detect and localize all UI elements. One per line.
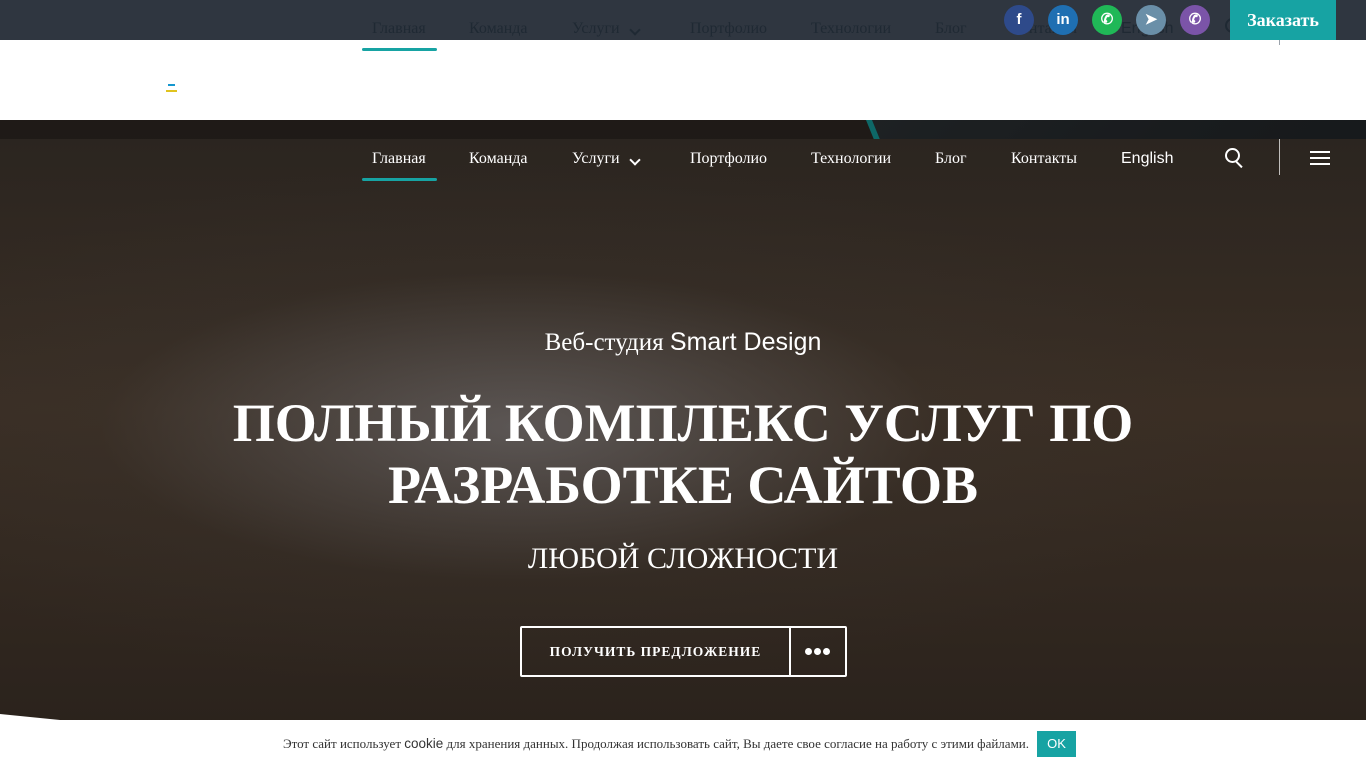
nav-item-home[interactable]: Главная: [362, 9, 437, 51]
nav-item-portfolio[interactable]: Портфолио: [690, 9, 767, 49]
nav-item-services[interactable]: Услуги: [572, 9, 620, 49]
chevron-down-icon[interactable]: [629, 154, 641, 166]
nav-divider: [1279, 139, 1280, 175]
hero-pretitle-brand: Smart Design: [669, 328, 822, 356]
nav-item-blog[interactable]: Блог: [935, 9, 967, 49]
hero-title: ПОЛНЫЙ КОМПЛЕКС УСЛУГ ПО РАЗРАБОТКЕ САЙТ…: [232, 393, 1134, 515]
hero-section: Главная Команда Услуги Портфолио Техноло…: [0, 120, 1366, 720]
search-icon[interactable]: [1225, 148, 1245, 169]
get-offer-button[interactable]: ПОЛУЧИТЬ ПРЕДЛОЖЕНИЕ: [522, 628, 789, 675]
cookie-banner: Этот сайт использует cookie для хранения…: [0, 720, 1366, 768]
hero-pretitle-prefix: Веб-студия: [544, 329, 664, 356]
cta-group: ПОЛУЧИТЬ ПРЕДЛОЖЕНИЕ: [520, 626, 847, 677]
nav-item-blog[interactable]: Блог: [935, 139, 967, 179]
hamburger-icon[interactable]: [1310, 150, 1330, 166]
nav-item-technologies[interactable]: Технологии: [811, 139, 891, 179]
order-button[interactable]: Заказать: [1230, 0, 1336, 40]
chevron-down-icon[interactable]: [629, 24, 641, 36]
nav-item-services[interactable]: Услуги: [572, 139, 620, 179]
more-dots-icon[interactable]: [805, 648, 831, 656]
hero-pretitle: Веб-студия Smart Design: [0, 328, 1366, 357]
hero-subtitle: ЛЮБОЙ СЛОЖНОСТИ: [527, 542, 839, 575]
cookie-message: Этот сайт использует cookie для хранения…: [283, 736, 1030, 751]
nav-item-team[interactable]: Команда: [469, 139, 528, 179]
logo[interactable]: [166, 84, 177, 93]
nav-item-portfolio[interactable]: Портфолио: [690, 139, 767, 179]
nav-item-team[interactable]: Команда: [469, 9, 528, 49]
nav-item-technologies[interactable]: Технологии: [811, 9, 891, 49]
nav-item-home[interactable]: Главная: [362, 139, 437, 181]
telegram-icon[interactable]: ➤: [1136, 5, 1166, 35]
viber-icon[interactable]: ✆: [1180, 5, 1210, 35]
language-switch[interactable]: English: [1121, 139, 1173, 179]
whatsapp-icon[interactable]: ✆: [1092, 5, 1122, 35]
cookie-ok-button[interactable]: OK: [1037, 731, 1076, 757]
linkedin-icon[interactable]: in: [1048, 5, 1078, 35]
nav-item-contacts[interactable]: Контакты: [1011, 139, 1077, 179]
facebook-icon[interactable]: f: [1004, 5, 1034, 35]
